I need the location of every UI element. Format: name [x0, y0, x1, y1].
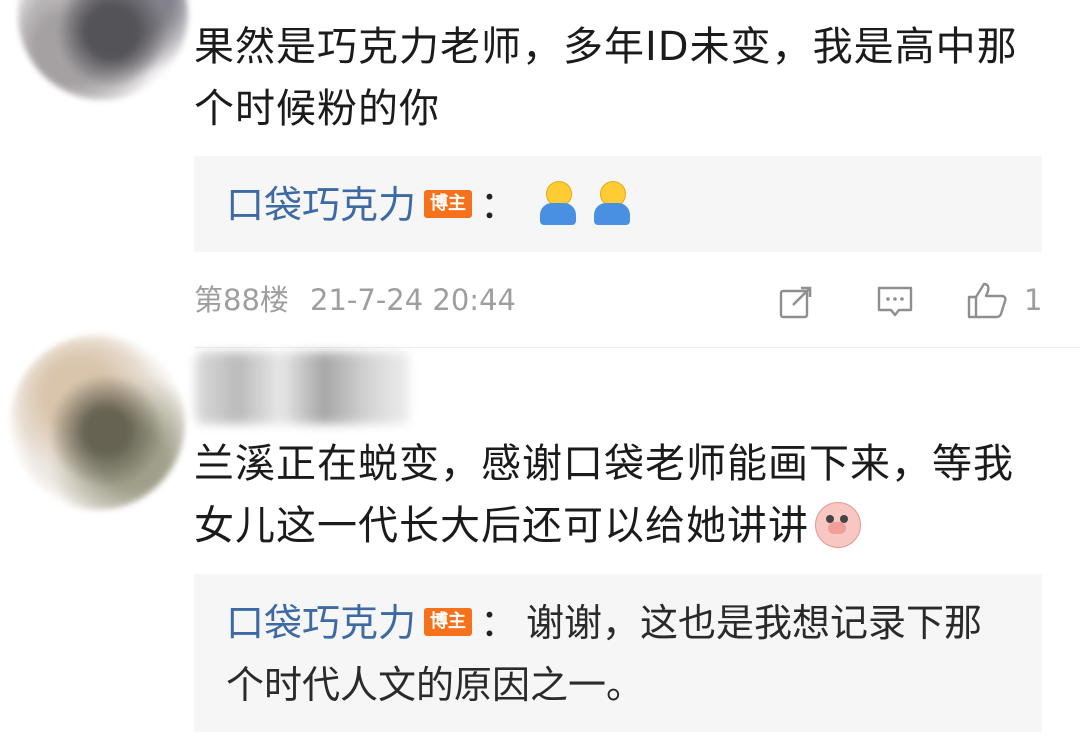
- comment-divider: [194, 347, 1080, 348]
- reply-author-link[interactable]: 口袋巧克力: [226, 183, 416, 227]
- shrug-emoji-icon: [590, 180, 634, 227]
- shrug-emoji-icon: [536, 180, 580, 227]
- username-redacted[interactable]: [195, 352, 410, 424]
- reply-author-link[interactable]: 口袋巧克力: [226, 601, 416, 645]
- comment-text: 兰溪正在蜕变，感谢口袋老师能画下来，等我女儿这一代长大后还可以给她讲讲: [194, 433, 1034, 557]
- reply-box[interactable]: 口袋巧克力 博主：谢谢，这也是我想记录下那个时代人文的原因之一。: [194, 574, 1042, 732]
- user-avatar[interactable]: [10, 335, 185, 510]
- blogger-badge: 博主: [424, 607, 473, 636]
- reply-line: 口袋巧克力 博主：谢谢，这也是我想记录下那个时代人文的原因之一。: [226, 592, 1012, 716]
- user-avatar[interactable]: [18, 0, 188, 100]
- repost-icon[interactable]: [778, 284, 814, 320]
- comment-timestamp: 21-7-24 20:44: [310, 283, 516, 317]
- like-icon[interactable]: [966, 281, 1008, 319]
- comment-icon[interactable]: [876, 284, 914, 320]
- blogger-badge: 博主: [424, 189, 473, 218]
- comment-meta: 第88楼 21-7-24 20:44 1: [194, 272, 1054, 328]
- pig-emoji-icon: [811, 498, 863, 550]
- floor-number: 第88楼: [194, 283, 289, 317]
- comment-body: 兰溪正在蜕变，感谢口袋老师能画下来，等我女儿这一代长大后还可以给她讲讲: [194, 441, 1014, 549]
- reply-colon: ：: [480, 183, 519, 227]
- like-count: 1: [1024, 283, 1043, 317]
- comment-text: 果然是巧克力老师，多年ID未变，我是高中那个时候粉的你: [194, 24, 1018, 132]
- reply-box[interactable]: 口袋巧克力 博主：: [194, 156, 1042, 252]
- reply-line: 口袋巧克力 博主：: [226, 174, 1012, 236]
- reply-colon: ：: [480, 601, 519, 645]
